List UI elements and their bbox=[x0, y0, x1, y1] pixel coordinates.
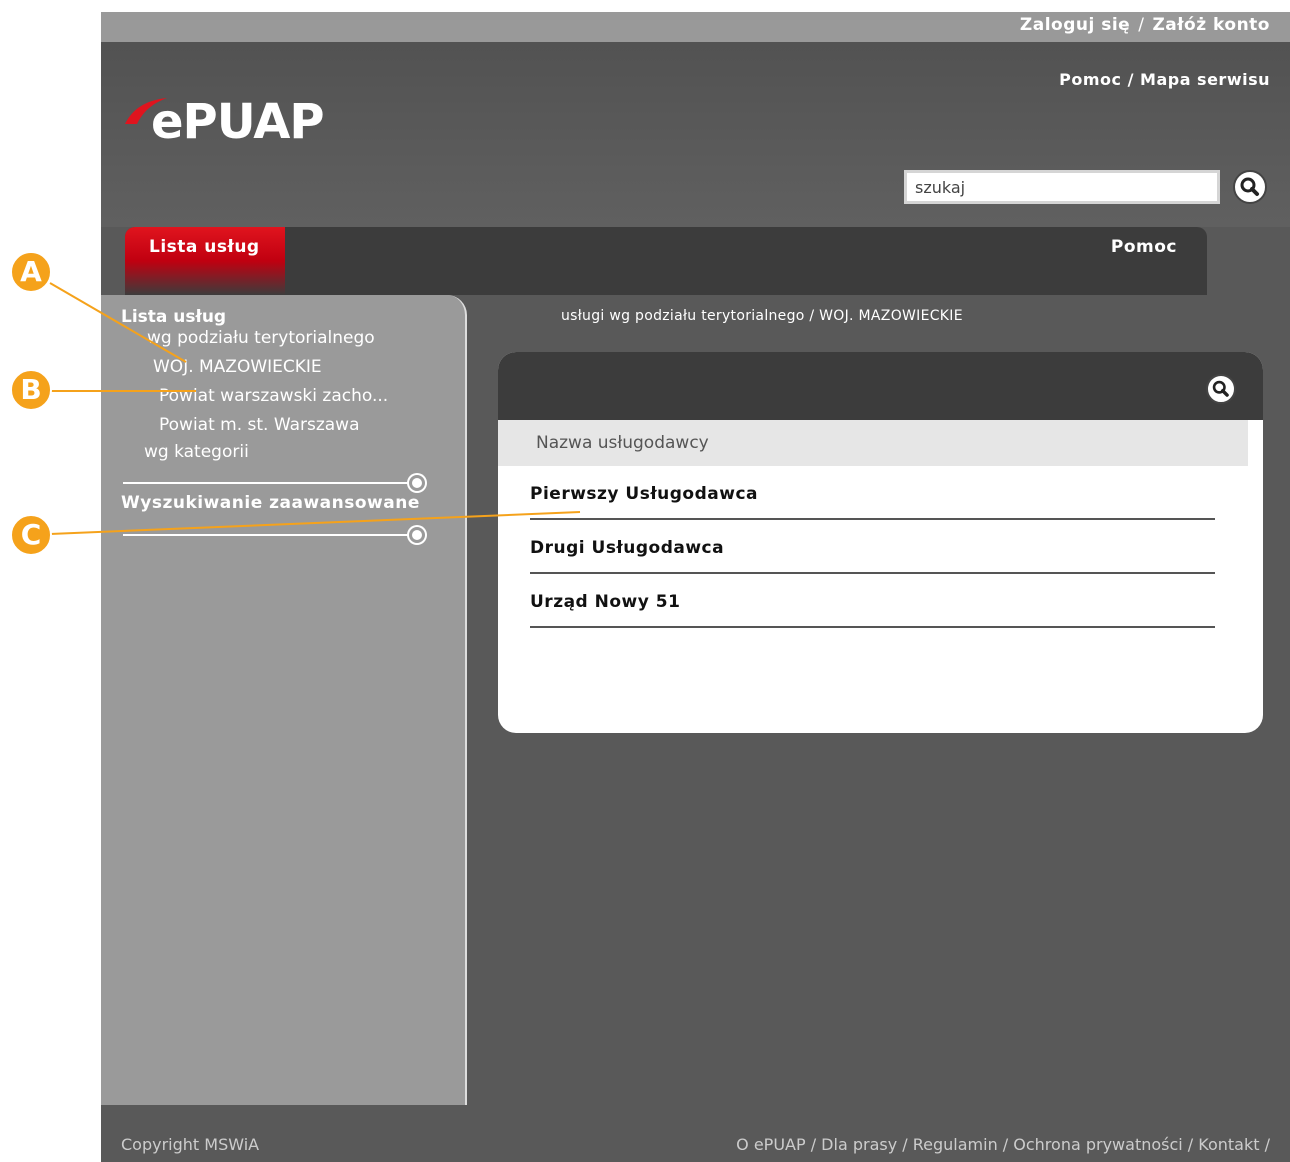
callout-a: A bbox=[10, 251, 52, 293]
callout-lines bbox=[49, 282, 581, 535]
callout-c: C bbox=[10, 514, 52, 556]
callout-b: B bbox=[10, 369, 52, 411]
